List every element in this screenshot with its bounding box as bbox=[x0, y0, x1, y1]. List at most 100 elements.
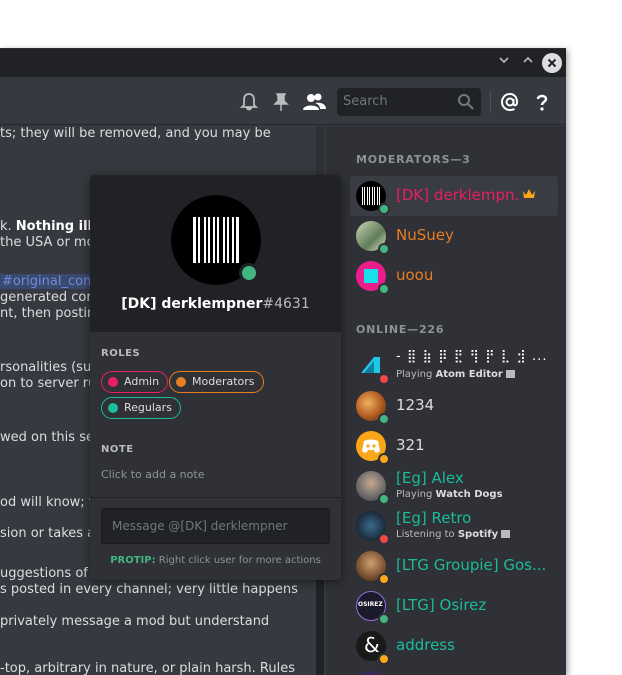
bell-icon[interactable] bbox=[238, 91, 260, 113]
user-profile-popout: [DK] derklempner#4631 ROLES Admin Modera… bbox=[90, 175, 341, 580]
chat-text-line: wed on this ser bbox=[0, 430, 100, 445]
member-row[interactable]: [LTG Groupie] Gos... bbox=[350, 546, 558, 586]
chat-text-line: on to server rul bbox=[0, 376, 100, 391]
role-name: Regulars bbox=[124, 401, 172, 414]
close-icon[interactable] bbox=[542, 53, 562, 73]
role-pill-admin[interactable]: Admin bbox=[101, 371, 169, 393]
chat-text-line: sion or takes a bbox=[0, 526, 96, 541]
role-color-dot[interactable] bbox=[108, 377, 118, 387]
member-name: [DK] derklempn... bbox=[396, 186, 518, 204]
role-name: Moderators bbox=[192, 375, 255, 388]
chat-text: k. bbox=[0, 219, 16, 234]
status-idle bbox=[378, 653, 390, 665]
chat-text-line: s posted in every channel; very little h… bbox=[0, 582, 298, 597]
channel-header: Search bbox=[0, 77, 566, 125]
member-name: NuSuey bbox=[396, 226, 454, 244]
chat-text-line: generated cone bbox=[0, 290, 103, 305]
popout-header: [DK] derklempner#4631 bbox=[90, 175, 341, 332]
activity-prefix: Listening to bbox=[396, 529, 455, 540]
roles-label: ROLES bbox=[101, 348, 141, 359]
member-activity: Playing Watch Dogs bbox=[396, 489, 503, 500]
section-header-moderators: MODERATORS—3 bbox=[356, 153, 471, 166]
status-online bbox=[378, 283, 390, 295]
chat-text-line: -top, arbitrary in nature, or plain hars… bbox=[0, 661, 296, 675]
message-input-container[interactable] bbox=[101, 508, 330, 544]
chat-text-line: the USA or mo bbox=[0, 235, 95, 250]
role-pill-moderators[interactable]: Moderators bbox=[169, 371, 264, 393]
member-name: [Eg] Retro bbox=[396, 509, 472, 527]
chat-text-line: rsonalities (suc bbox=[0, 360, 99, 375]
titlebar bbox=[0, 49, 566, 77]
crown-icon bbox=[523, 189, 535, 198]
member-name: [LTG Groupie] Gos... bbox=[396, 556, 546, 574]
search-placeholder[interactable]: Search bbox=[343, 94, 388, 109]
activity-prefix: Playing bbox=[396, 489, 433, 500]
member-row[interactable] bbox=[350, 666, 558, 675]
avatar bbox=[356, 671, 386, 675]
role-pill-regulars[interactable]: Regulars bbox=[101, 397, 181, 419]
member-row[interactable]: & address bbox=[350, 626, 558, 666]
member-row[interactable]: 1234 bbox=[350, 386, 558, 426]
member-row[interactable]: - ⣿ ⣷ ⡿ ⣟ ⢻ ⡟ ⣇ ⣺ ... Playing Atom Edito… bbox=[350, 346, 558, 386]
member-row[interactable]: [Eg] Retro Listening to Spotify bbox=[350, 506, 558, 546]
channel-mention-link[interactable]: #original_cont bbox=[0, 274, 99, 289]
member-name: - ⣿ ⣷ ⡿ ⣟ ⢻ ⡟ ⣇ ⣺ ... bbox=[396, 349, 546, 364]
chevron-up-icon[interactable] bbox=[518, 53, 538, 73]
status-dnd bbox=[378, 373, 390, 385]
note-field[interactable]: Click to add a note bbox=[101, 468, 204, 481]
chat-text-line: nt, then posting bbox=[0, 306, 104, 321]
avatar-logo-text: OSIREZ bbox=[358, 601, 383, 608]
chat-text-line: privately message a mod but understand bbox=[0, 614, 270, 629]
status-online bbox=[378, 243, 390, 255]
activity-name: Spotify bbox=[457, 529, 499, 540]
member-name: [LTG] Osirez bbox=[396, 596, 487, 614]
member-name: address bbox=[396, 636, 455, 654]
role-color-dot[interactable] bbox=[176, 377, 186, 387]
username: [DK] derklempner bbox=[121, 296, 263, 312]
activity-prefix: Playing bbox=[396, 369, 433, 380]
rich-presence-icon bbox=[506, 370, 515, 378]
header-divider bbox=[490, 91, 491, 113]
member-row[interactable]: [DK] derklempn... bbox=[350, 176, 558, 216]
member-row[interactable]: NuSuey bbox=[350, 216, 558, 256]
member-activity: Listening to Spotify bbox=[396, 529, 511, 540]
status-online bbox=[378, 613, 390, 625]
protip-label: PROTIP: bbox=[110, 555, 156, 566]
avatar-logo-text: & bbox=[364, 633, 380, 657]
help-icon[interactable] bbox=[531, 91, 553, 113]
discriminator: #4631 bbox=[262, 296, 310, 312]
status-online bbox=[378, 203, 390, 215]
activity-name: Atom Editor bbox=[435, 369, 503, 380]
member-row[interactable]: [Eg] Alex Playing Watch Dogs bbox=[350, 466, 558, 506]
search-bar[interactable]: Search bbox=[337, 88, 481, 116]
pin-icon[interactable] bbox=[270, 91, 292, 113]
direct-message-input[interactable] bbox=[102, 509, 329, 543]
chevron-down-icon[interactable] bbox=[494, 53, 514, 73]
chat-scrollbar-thumb[interactable] bbox=[316, 579, 324, 675]
status-online bbox=[378, 413, 390, 425]
chat-text-line: ts; they will be removed, and you may be bbox=[0, 126, 271, 141]
member-name: 1234 bbox=[396, 396, 435, 414]
protip-text: Right click user for more actions bbox=[158, 555, 321, 566]
mention-icon[interactable] bbox=[499, 91, 521, 113]
status-online bbox=[378, 493, 390, 505]
status-idle bbox=[378, 453, 390, 465]
chat-text-line: od will know; t bbox=[0, 495, 94, 510]
status-dnd bbox=[378, 533, 390, 545]
search-icon[interactable] bbox=[457, 93, 475, 115]
rich-presence-icon bbox=[501, 530, 511, 538]
members-icon[interactable] bbox=[301, 91, 327, 113]
member-row[interactable]: uoou bbox=[350, 256, 558, 296]
member-name: uoou bbox=[396, 266, 434, 284]
chat-text-line: uggestions of n bbox=[0, 566, 101, 581]
section-header-online: ONLINE—226 bbox=[356, 323, 445, 336]
profile-username: [DK] derklempner#4631 bbox=[90, 296, 341, 312]
member-row[interactable]: OSIREZ [LTG] Osirez bbox=[350, 586, 558, 626]
note-label: NOTE bbox=[101, 444, 134, 455]
member-row[interactable]: 321 bbox=[350, 426, 558, 466]
role-color-dot[interactable] bbox=[108, 403, 118, 413]
protip: PROTIP: Right click user for more action… bbox=[90, 555, 341, 566]
member-activity: Playing Atom Editor bbox=[396, 369, 515, 380]
member-name: [Eg] Alex bbox=[396, 469, 464, 487]
member-name: 321 bbox=[396, 436, 425, 454]
